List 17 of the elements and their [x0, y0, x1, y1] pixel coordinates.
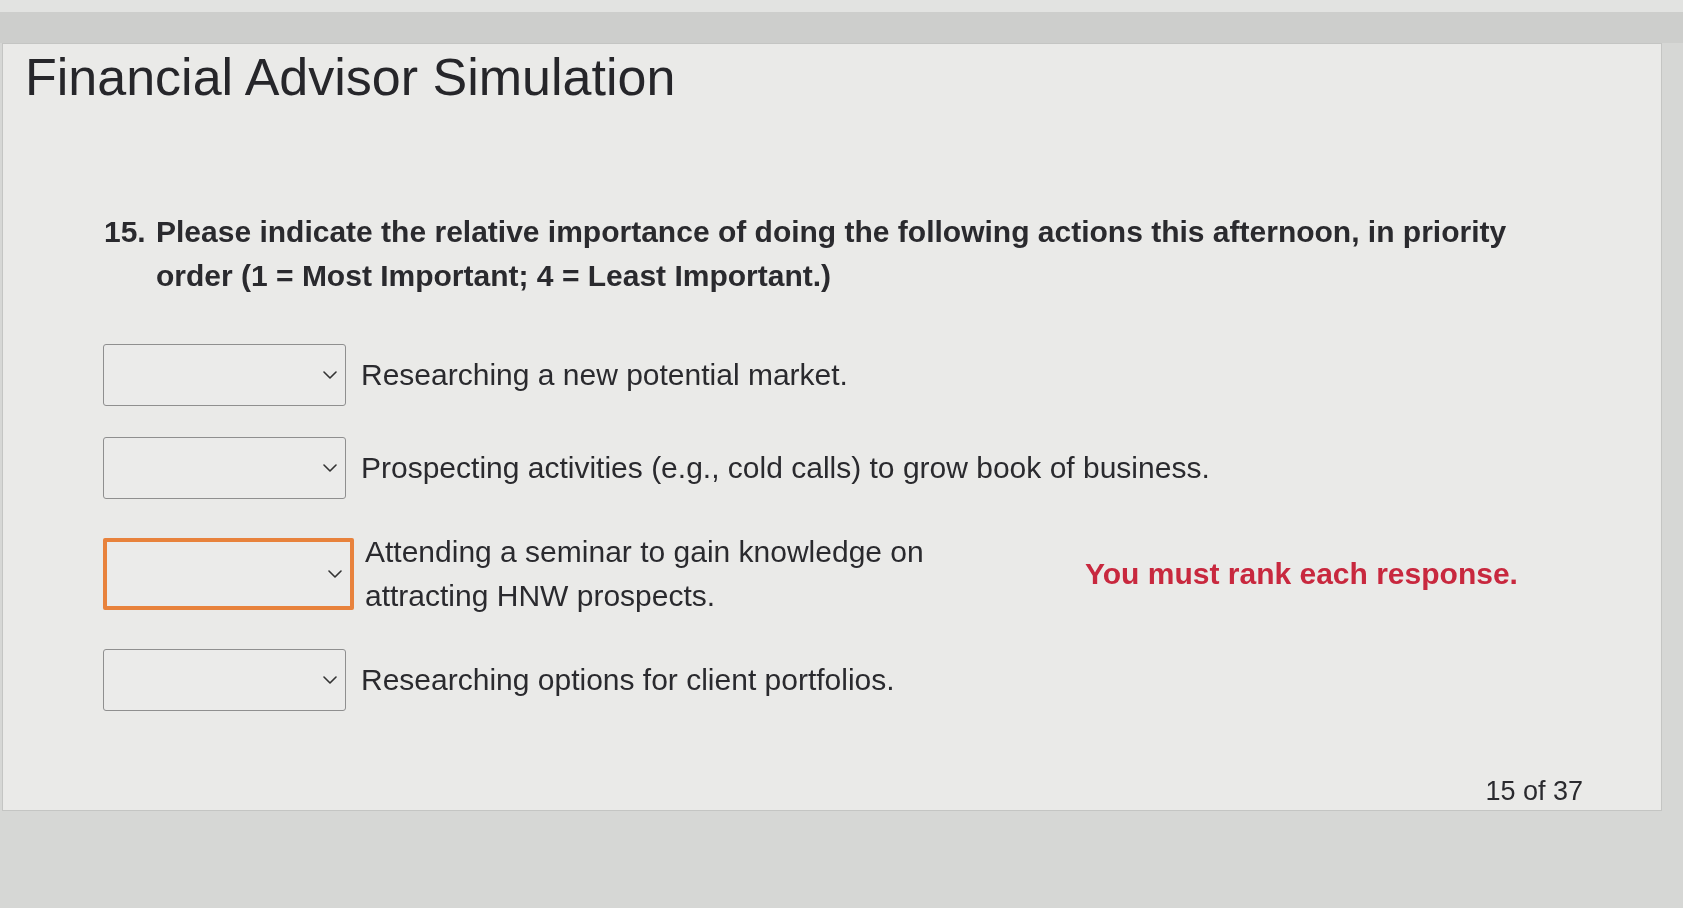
question-number: 15.	[104, 214, 147, 250]
chevron-down-icon	[323, 676, 337, 684]
question-text: Please indicate the relative importance of doing the following actions this afternoon, in priority order (1 = Most Important; 4 = Least Important.)	[156, 214, 1508, 294]
option-label: Attending a seminar to gain knowledge on attracting HNW prospects.	[365, 534, 925, 614]
chevron-down-icon	[328, 570, 342, 578]
option-label: Researching a new potential market.	[361, 357, 848, 393]
page-counter: 15 of 37	[1485, 776, 1583, 806]
chevron-down-icon	[323, 371, 337, 379]
page-title: Financial Advisor Simulation	[25, 47, 676, 108]
rank-dropdown[interactable]	[103, 538, 354, 610]
option-label: Prospecting activities (e.g., cold calls) to grow book of business.	[361, 450, 1210, 486]
rank-dropdown[interactable]	[103, 437, 346, 499]
rank-dropdown[interactable]	[103, 344, 346, 406]
error-message: You must rank each response.	[1085, 556, 1518, 592]
chevron-down-icon	[323, 464, 337, 472]
rank-dropdown[interactable]	[103, 649, 346, 711]
option-label: Researching options for client portfolios.	[361, 662, 895, 698]
